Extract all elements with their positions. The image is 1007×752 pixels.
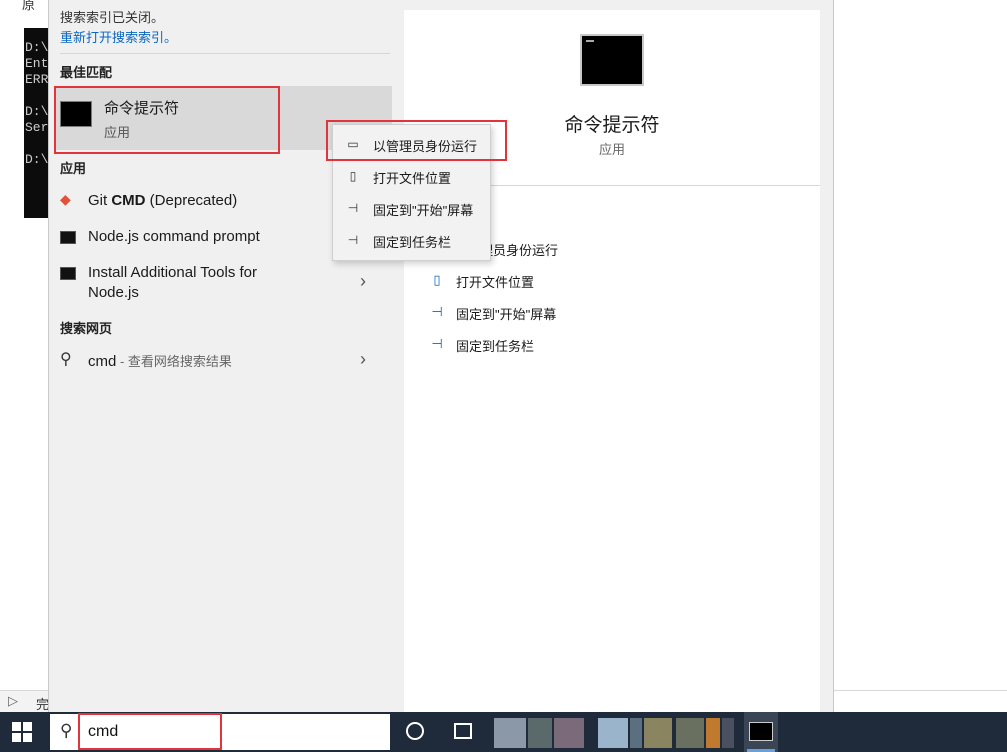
context-item-pin-to-start[interactable]: ⊣ 固定到"开始"屏幕 [333, 192, 490, 224]
action-label: 打开文件位置 [456, 275, 535, 290]
section-apps: 应用 [60, 161, 87, 176]
context-item-label: 打开文件位置 [373, 171, 452, 186]
chevron-right-icon[interactable]: › [360, 349, 366, 370]
action-label: 理员身份运行 [480, 243, 559, 258]
console-line: D:\ [25, 104, 48, 119]
folder-icon: ▯ [349, 169, 357, 183]
action-pin-to-taskbar[interactable]: ⊣ 固定到任务栏 [428, 334, 808, 356]
git-icon: ◆ [60, 191, 71, 207]
action-open-file-location[interactable]: ▯ 打开文件位置 [428, 270, 808, 292]
app-label: Node.js command prompt [88, 228, 260, 245]
taskbar-app-icon[interactable] [554, 718, 584, 748]
app-label: Git CMD (Deprecated) [88, 192, 237, 209]
highlight-box-search [78, 713, 222, 750]
taskbar-app-icon[interactable] [630, 718, 642, 748]
action-label: 固定到"开始"屏幕 [456, 307, 557, 322]
taskbar-app-icon[interactable] [494, 718, 526, 748]
app-label-bold: CMD [111, 192, 146, 209]
console-line: Ser [25, 120, 48, 135]
web-query: cmd [88, 353, 117, 370]
highlight-box-best-match [54, 86, 280, 154]
action-label: 固定到任务栏 [456, 339, 535, 354]
cursor-glyph [586, 40, 594, 42]
console-line: ERR [25, 72, 48, 87]
console-line: Ent [25, 56, 48, 71]
reopen-index-link[interactable]: 重新打开搜索索引。 [60, 27, 177, 46]
action-pin-to-start[interactable]: ⊣ 固定到"开始"屏幕 [428, 302, 808, 324]
app-label-suffix: (Deprecated) [145, 192, 238, 209]
console-line: D:\ [25, 40, 48, 55]
context-item-open-file-location[interactable]: ▯ 打开文件位置 [333, 160, 490, 192]
pin-icon: ⊣ [431, 336, 443, 351]
play-icon: ▷ [8, 693, 18, 708]
context-item-label: 固定到任务栏 [373, 235, 452, 250]
chevron-right-icon[interactable]: › [360, 271, 366, 292]
windows-start-icon[interactable] [12, 722, 32, 742]
taskbar-app-icon[interactable] [722, 718, 734, 748]
console-line: D:\ [25, 152, 48, 167]
command-prompt-large-icon [580, 34, 644, 86]
web-suffix: - 查看网络搜索结果 [116, 354, 232, 369]
search-icon: ⚲ [60, 351, 72, 368]
taskbar-app-icon[interactable] [676, 718, 704, 748]
app-label-prefix: Git [88, 192, 112, 209]
start-tile [12, 722, 21, 731]
taskbar-cmd-app[interactable] [744, 712, 778, 752]
folder-icon: ▯ [433, 272, 441, 287]
app-label-line2: Node.js [88, 284, 139, 301]
search-index-notice: 搜索索引已关闭。 [60, 10, 165, 25]
start-tile [23, 722, 32, 731]
search-icon: ⚲ [60, 721, 73, 740]
taskbar-app-icon[interactable] [598, 718, 628, 748]
cortana-icon[interactable] [406, 722, 424, 740]
background-statusbar: ▷ 完 [0, 690, 49, 713]
taskbar-app-icon[interactable] [644, 718, 672, 748]
preview-card: 命令提示符 应用 理员身份运行 ▯ 打开文件位置 ⊣ 固定到"开始"屏幕 ⊣ 固… [404, 10, 820, 712]
taskbar-app-icon[interactable] [528, 718, 552, 748]
web-result-label: cmd - 查看网络搜索结果 [88, 351, 232, 371]
console-icon [60, 231, 76, 244]
section-web: 搜索网页 [60, 321, 113, 336]
web-search-item[interactable]: ⚲ cmd - 查看网络搜索结果 › [48, 344, 404, 376]
pin-icon: ⊣ [347, 233, 359, 247]
taskbar-app-icon[interactable] [706, 718, 720, 748]
context-item-pin-to-taskbar[interactable]: ⊣ 固定到任务栏 [333, 224, 490, 256]
command-prompt-icon [749, 722, 773, 741]
divider [60, 53, 390, 54]
app-item-install-tools[interactable]: Install Additional Tools for Node.js › [48, 258, 404, 308]
context-item-label: 固定到"开始"屏幕 [373, 203, 474, 218]
section-best-match: 最佳匹配 [60, 65, 113, 80]
background-statusbar-right [833, 690, 1007, 713]
app-label-line1: Install Additional Tools for [88, 264, 257, 281]
start-tile [23, 733, 32, 742]
background-console-window: D:\ Ent ERR D:\ Ser D:\ [24, 28, 48, 218]
task-view-icon[interactable] [454, 723, 472, 739]
console-icon [60, 267, 76, 280]
pin-icon: ⊣ [431, 304, 443, 319]
pin-icon: ⊣ [347, 201, 359, 215]
highlight-box-context-item [326, 120, 507, 161]
start-tile [12, 733, 21, 742]
background-window-title: 原 [22, 0, 36, 12]
